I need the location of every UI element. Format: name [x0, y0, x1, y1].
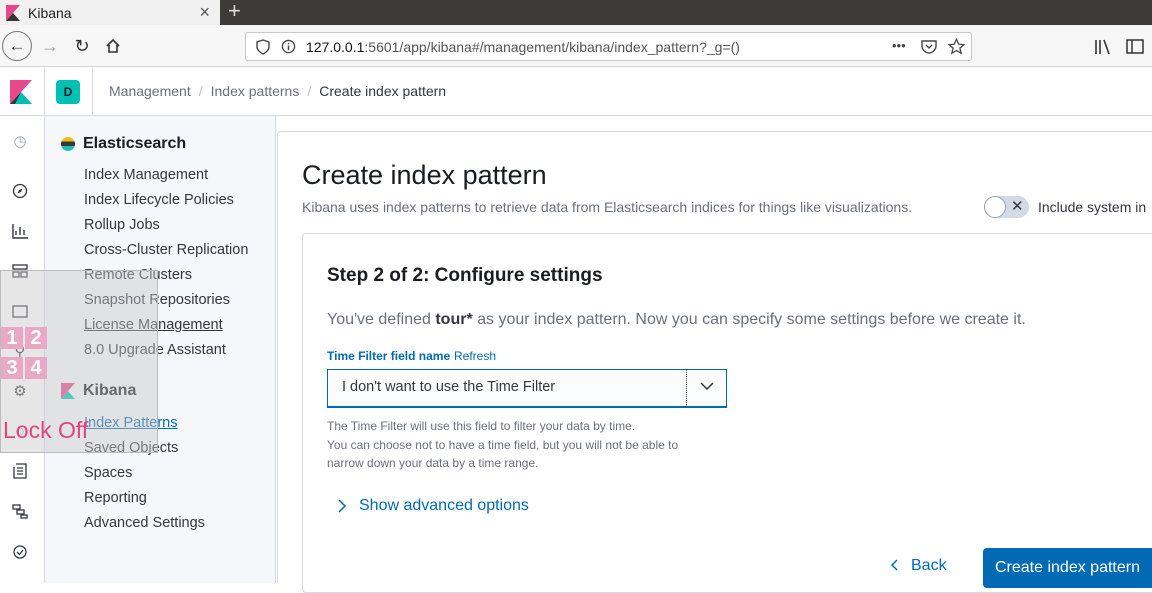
browser-nav-bar: ← → ↻ 127.0.0.1:5601/app/kibana#/managem… [0, 25, 1152, 67]
select-divider [686, 370, 687, 407]
reload-button[interactable]: ↻ [68, 32, 96, 60]
back-button[interactable]: Back [889, 557, 947, 575]
page-description: Kibana uses index patterns to retrieve d… [302, 199, 913, 215]
recent-items-icon[interactable]: ◷ [10, 131, 30, 151]
arrow-right-icon: → [41, 35, 59, 56]
breadcrumb: Management / Index patterns / Create ind… [109, 83, 446, 99]
grid-number-3[interactable]: 3 [1, 357, 23, 379]
discover-compass-icon[interactable] [10, 181, 30, 201]
grid-number-2[interactable]: 2 [25, 327, 47, 349]
elasticsearch-section-title: Elasticsearch [61, 135, 186, 153]
show-advanced-options-button[interactable]: Show advanced options [337, 497, 529, 515]
kibana-favicon-icon [6, 4, 20, 21]
shield-icon [256, 39, 270, 55]
info-icon [281, 39, 296, 54]
library-icon[interactable] [1094, 39, 1112, 55]
toggle-knob [984, 196, 1006, 218]
select-value: I don't want to use the Time Filter [342, 379, 556, 395]
time-filter-help-text: The Time Filter will use this field to f… [327, 419, 679, 470]
bookmark-star-icon[interactable] [948, 38, 965, 55]
uptime-icon[interactable] [10, 541, 30, 561]
header-divider [44, 68, 45, 116]
visualize-chart-icon[interactable] [10, 221, 30, 241]
apm-icon[interactable] [10, 501, 30, 521]
browser-tab[interactable]: Kibana × [0, 0, 220, 25]
create-index-pattern-button[interactable]: Create index pattern [983, 548, 1152, 588]
lock-overlay-widget[interactable]: 1 2 3 4 Lock Off [0, 270, 158, 453]
lock-status-text[interactable]: Lock Off [3, 417, 88, 444]
time-filter-field-select[interactable]: I don't want to use the Time Filter [327, 369, 727, 408]
page-actions-icon[interactable]: ••• [892, 38, 906, 53]
grid-number-1[interactable]: 1 [1, 327, 23, 349]
sidebar-toggle-icon[interactable] [1126, 39, 1144, 54]
url-bar[interactable]: 127.0.0.1:5601/app/kibana#/management/ki… [245, 32, 972, 61]
breadcrumb-index-patterns[interactable]: Index patterns [211, 83, 300, 99]
sidebar-item-advanced-settings[interactable]: Advanced Settings [84, 515, 205, 531]
time-filter-field-label: Time Filter field name [327, 349, 451, 363]
breadcrumb-management[interactable]: Management [109, 83, 191, 99]
index-pattern-name: tour* [435, 311, 473, 328]
sidebar-item-cross-cluster-replication[interactable]: Cross-Cluster Replication [84, 242, 248, 258]
kibana-header: D Management / Index patterns / Create i… [0, 68, 1152, 116]
sidebar-item-index-management[interactable]: Index Management [84, 167, 208, 183]
home-button[interactable] [99, 32, 127, 60]
main-content-panel: Create index pattern Kibana uses index p… [277, 131, 1152, 593]
kibana-logo-icon[interactable] [10, 80, 32, 104]
space-avatar[interactable]: D [56, 80, 80, 104]
sidebar-item-reporting[interactable]: Reporting [84, 490, 147, 506]
arrow-left-icon: ← [8, 36, 26, 55]
tab-close-icon[interactable]: × [199, 2, 210, 23]
header-divider [92, 68, 93, 116]
toggle-off-icon: ✕ [1011, 198, 1024, 215]
page-title: Create index pattern [302, 160, 547, 190]
chevron-right-icon [338, 499, 347, 513]
sidebar-item-spaces[interactable]: Spaces [84, 465, 132, 481]
breadcrumb-separator: / [198, 83, 203, 99]
sidebar-item-rollup-jobs[interactable]: Rollup Jobs [84, 217, 160, 233]
url-text: 127.0.0.1:5601/app/kibana#/management/ki… [306, 39, 740, 55]
elasticsearch-logo-icon [61, 137, 75, 151]
configure-settings-panel: Step 2 of 2: Configure settings You've d… [302, 233, 1152, 593]
browser-tab-bar: Kibana × + [0, 0, 1152, 25]
home-icon [106, 38, 120, 53]
include-system-indices-label: Include system in [1038, 199, 1147, 215]
include-system-indices-toggle[interactable]: ✕ [984, 196, 1029, 218]
new-tab-button[interactable]: + [228, 0, 241, 24]
step-description: You've defined tour* as your index patte… [327, 311, 1026, 328]
reload-icon: ↻ [74, 35, 90, 56]
breadcrumb-separator: / [307, 83, 312, 99]
pocket-icon[interactable] [921, 39, 937, 54]
refresh-fields-link[interactable]: Refresh [454, 349, 496, 363]
tab-title: Kibana [28, 4, 72, 21]
step-title: Step 2 of 2: Configure settings [327, 265, 603, 286]
back-button[interactable]: ← [2, 31, 32, 61]
forward-button[interactable]: → [36, 32, 64, 60]
grid-number-4[interactable]: 4 [25, 357, 47, 379]
breadcrumb-current: Create index pattern [319, 83, 447, 99]
chevron-left-icon [890, 559, 898, 571]
chevron-down-icon [700, 382, 714, 391]
logs-icon[interactable] [10, 461, 30, 481]
sidebar-item-index-lifecycle-policies[interactable]: Index Lifecycle Policies [84, 192, 234, 208]
